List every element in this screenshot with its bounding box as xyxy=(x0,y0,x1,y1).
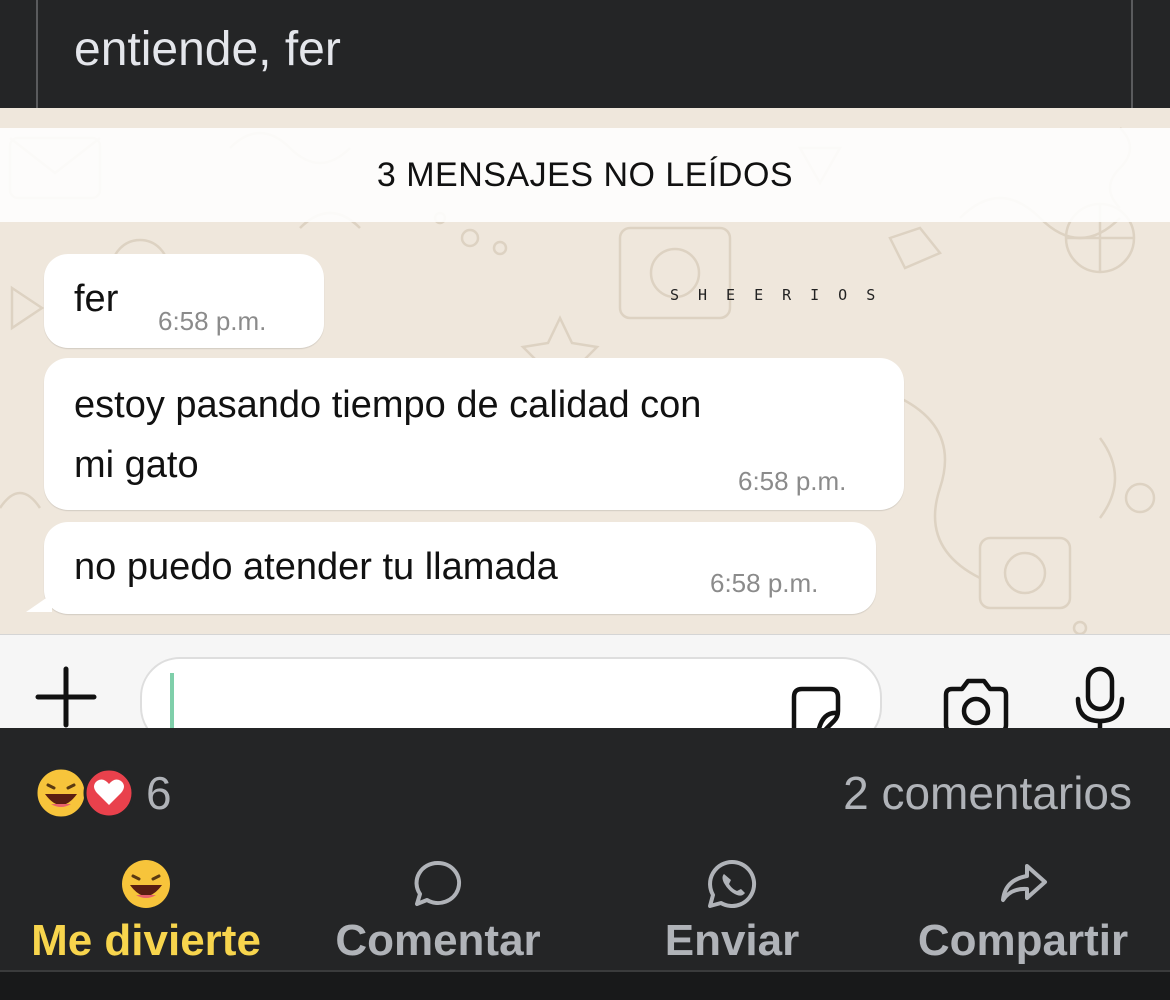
haha-emoji-icon xyxy=(122,860,170,908)
message-text-line: mi gato xyxy=(74,444,199,486)
caption-right-border xyxy=(1131,0,1133,108)
bubble-tail xyxy=(26,594,52,612)
message-time: 6:58 p.m. xyxy=(710,568,819,598)
post-caption-bar: entiende, fer xyxy=(0,0,1170,108)
sticker-icon[interactable] xyxy=(788,683,844,728)
camera-icon[interactable] xyxy=(940,677,1012,728)
message-text: fer xyxy=(74,278,119,320)
action-label: Enviar xyxy=(664,916,800,965)
plus-icon[interactable] xyxy=(34,665,98,728)
share-arrow-icon xyxy=(1001,864,1047,902)
text-cursor xyxy=(170,673,174,728)
message-time: 6:58 p.m. xyxy=(158,306,267,336)
post-actions: Me divierte Comentar Enviar Compartir xyxy=(0,856,1170,976)
message-bubble[interactable]: fer 6:58 p.m. xyxy=(44,254,324,348)
message-input-bar xyxy=(0,634,1170,728)
message-bubble[interactable]: estoy pasando tiempo de calidad con mi g… xyxy=(44,358,904,510)
post-caption: entiende, fer xyxy=(74,23,341,76)
action-label: Me divierte xyxy=(31,916,261,965)
message-bubble[interactable]: no puedo atender tu llamada 6:58 p.m. xyxy=(44,522,876,614)
watermark-text: SHEERIOS xyxy=(670,286,895,304)
comment-bubble-icon xyxy=(414,860,462,906)
reactions-summary[interactable] xyxy=(34,766,154,820)
whatsapp-icon xyxy=(708,859,757,908)
message-time: 6:58 p.m. xyxy=(738,466,847,496)
comments-count[interactable]: 2 comentarios xyxy=(843,766,1132,820)
reaction-count[interactable]: 6 xyxy=(146,766,172,820)
haha-emoji-icon xyxy=(34,766,88,820)
haha-reaction-button[interactable]: Me divierte xyxy=(20,856,272,976)
message-text: no puedo atender tu llamada xyxy=(74,546,558,588)
caption-left-border xyxy=(36,0,38,108)
bottom-divider xyxy=(0,970,1170,1000)
message-input[interactable] xyxy=(140,657,882,728)
chat-screenshot: 3 MENSAJES NO LEÍDOS SHEERIOS fer 6:58 p… xyxy=(0,108,1170,728)
unread-banner-text: 3 MENSAJES NO LEÍDOS xyxy=(376,155,794,194)
microphone-icon[interactable] xyxy=(1072,665,1128,728)
send-button[interactable]: Enviar xyxy=(646,856,818,976)
share-button[interactable]: Compartir xyxy=(902,856,1144,976)
comment-button[interactable]: Comentar xyxy=(320,856,556,976)
unread-messages-banner: 3 MENSAJES NO LEÍDOS xyxy=(0,128,1170,222)
message-text-line: estoy pasando tiempo de calidad con xyxy=(74,384,702,426)
action-label: Compartir xyxy=(917,916,1129,965)
action-label: Comentar xyxy=(335,916,541,965)
post-footer: 6 2 comentarios Me divierte Comentar Env… xyxy=(0,728,1170,1000)
love-heart-icon xyxy=(83,767,135,819)
